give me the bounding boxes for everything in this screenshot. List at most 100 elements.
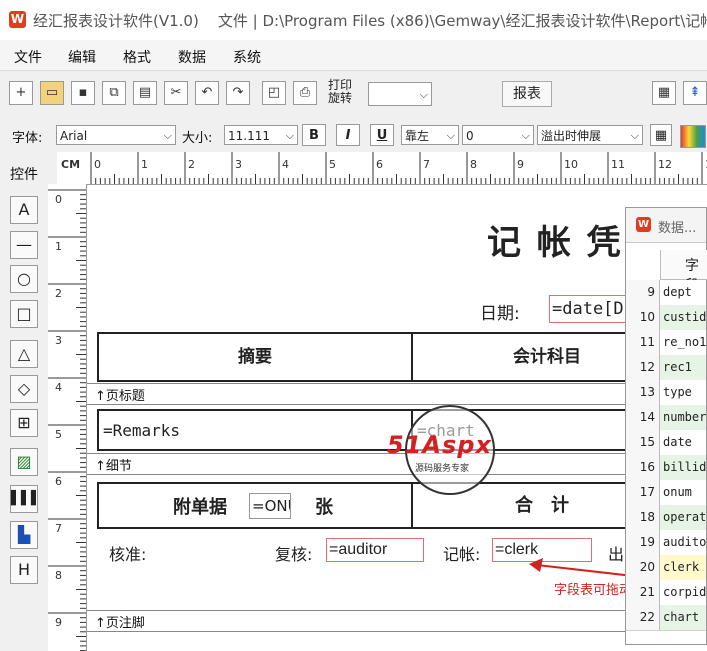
ruler-tick-label: 0: [94, 158, 101, 171]
field-row[interactable]: 16 billid: [626, 455, 706, 481]
field-row-name: rec1: [663, 360, 692, 374]
detail-band[interactable]: ↑细节: [87, 453, 627, 475]
font-label: 字体:: [12, 131, 43, 146]
panel-header-cell[interactable]: 字段: [660, 250, 707, 294]
circle-tool-icon[interactable]: ○: [10, 265, 38, 293]
field-row-name: onum: [663, 485, 692, 499]
menu-system[interactable]: 系统: [233, 47, 261, 67]
align-top-icon[interactable]: ⇞: [683, 81, 707, 105]
vruler-tick-label: 7: [55, 522, 62, 535]
review-label[interactable]: 复核:: [275, 541, 312, 565]
new-file-icon[interactable]: +: [9, 81, 33, 105]
field-row-number: 9: [626, 280, 660, 305]
undo-icon[interactable]: ↶: [195, 81, 219, 105]
rotate-select[interactable]: ⌵: [368, 82, 432, 106]
control-palette: 控件 A — ○ □ △ ◇ ⊞ ▨ ▌▌▌ ▙ H: [0, 152, 48, 651]
page-footer-band[interactable]: ↑页注脚: [87, 610, 627, 632]
h-tool-icon[interactable]: H: [10, 556, 38, 584]
print-preview-icon[interactable]: ◰: [262, 81, 286, 105]
italic-button[interactable]: I: [336, 124, 360, 146]
bold-button[interactable]: B: [302, 124, 326, 146]
font-select[interactable]: Arial ⌵: [56, 125, 176, 145]
align-select[interactable]: 靠左 ⌵: [401, 125, 459, 145]
approve-label[interactable]: 核准:: [109, 541, 146, 565]
remarks-cell[interactable]: =Remarks: [97, 409, 413, 451]
attach-field[interactable]: =ONU: [249, 493, 291, 519]
line-tool-icon[interactable]: —: [10, 231, 38, 259]
menu-edit[interactable]: 编辑: [68, 47, 96, 67]
field-row[interactable]: 12 rec1: [626, 355, 706, 381]
ruler-tick-label: 2: [188, 158, 195, 171]
size-select[interactable]: 11.111 ⌵: [224, 125, 298, 145]
field-row-number: 16: [626, 455, 660, 480]
field-row[interactable]: 11 re_no1: [626, 330, 706, 356]
remarks-field: =Remarks: [103, 421, 181, 440]
save-icon[interactable]: ▪: [71, 81, 95, 105]
panel-titlebar[interactable]: W 数据...: [626, 208, 706, 243]
report-button[interactable]: 报表: [502, 81, 552, 107]
field-row[interactable]: 17 onum: [626, 480, 706, 506]
report-canvas[interactable]: 记 帐 凭 日期: =date[D 摘要 会计科目 ↑页标题 =Remarks …: [87, 185, 707, 651]
copy-icon[interactable]: ⧉: [102, 81, 126, 105]
table-tool-icon[interactable]: ⊞: [10, 409, 38, 437]
underline-button[interactable]: U: [370, 124, 394, 146]
color-palette-icon[interactable]: [680, 125, 706, 148]
paste-icon[interactable]: ▤: [133, 81, 157, 105]
ruler-tick-label: 10: [564, 158, 578, 171]
attach-cell[interactable]: 附单据 =ONU 张: [97, 482, 413, 529]
triangle-tool-icon[interactable]: △: [10, 340, 38, 368]
font-value: Arial: [60, 129, 88, 143]
barcode-tool-icon[interactable]: ▌▌▌: [10, 485, 41, 513]
vruler-tick-label: 8: [55, 569, 62, 582]
field-row[interactable]: 21 corpid: [626, 580, 706, 606]
field-row-number: 13: [626, 380, 660, 405]
print-rotate-button[interactable]: 打印 旋转: [328, 79, 352, 105]
chart-tool-icon[interactable]: ▙: [10, 521, 38, 549]
image-tool-icon[interactable]: ▨: [10, 448, 38, 476]
grid-view-icon[interactable]: ▦: [652, 81, 676, 105]
ruler-tick-label: 7: [423, 158, 430, 171]
data-field-panel[interactable]: W 数据... 字段 9dept10custid11re_no112rec113…: [625, 207, 707, 645]
chevron-down-icon: ⌵: [285, 129, 294, 142]
panel-logo-icon: W: [636, 217, 651, 232]
chevron-down-icon: ⌵: [419, 88, 428, 101]
field-row-number: 14: [626, 405, 660, 430]
field-row[interactable]: 14 number: [626, 405, 706, 431]
date-label[interactable]: 日期:: [480, 299, 520, 324]
indent-select[interactable]: 0 ⌵: [462, 125, 534, 145]
rectangle-tool-icon[interactable]: □: [10, 300, 38, 328]
field-row[interactable]: 19 audito: [626, 530, 706, 556]
page-header-band[interactable]: ↑页标题: [87, 383, 627, 405]
field-row[interactable]: 20 clerk: [626, 555, 706, 581]
text-tool-icon[interactable]: A: [10, 196, 38, 224]
review-field[interactable]: =auditor: [326, 538, 424, 562]
watermark-tagline: 源码服务专家: [415, 464, 470, 474]
border-grid-icon[interactable]: ▦: [650, 124, 672, 146]
field-row-number: 17: [626, 480, 660, 505]
vruler-tick-label: 9: [55, 616, 62, 629]
vruler-tick-label: 6: [55, 475, 62, 488]
app-name: 经汇报表设计软件(V1.0): [33, 12, 199, 30]
summary-header-cell[interactable]: 摘要: [97, 332, 413, 382]
cut-icon[interactable]: ✂: [164, 81, 188, 105]
vruler-tick-label: 1: [55, 240, 62, 253]
field-row[interactable]: 13 type: [626, 380, 706, 406]
print-icon[interactable]: ⎙: [293, 81, 317, 105]
menu-data[interactable]: 数据: [178, 47, 206, 67]
redo-icon[interactable]: ↷: [226, 81, 250, 105]
window-title: 经汇报表设计软件(V1.0) 文件 | D:\Program Files (x8…: [33, 10, 707, 31]
field-row-number: 20: [626, 555, 660, 580]
overflow-select[interactable]: 溢出时伸展 ⌵: [537, 125, 643, 145]
report-title[interactable]: 记 帐 凭: [487, 215, 623, 264]
open-folder-icon[interactable]: ▭: [40, 81, 64, 105]
diamond-tool-icon[interactable]: ◇: [10, 375, 38, 403]
date-field[interactable]: =date[D: [549, 295, 629, 323]
field-row[interactable]: 18 operat: [626, 505, 706, 531]
field-row[interactable]: 10 custid: [626, 305, 706, 331]
bookkeep-label[interactable]: 记帐:: [443, 541, 480, 565]
field-row[interactable]: 22 chart: [626, 605, 706, 631]
menu-file[interactable]: 文件: [14, 47, 42, 67]
field-row[interactable]: 15 date: [626, 430, 706, 456]
menu-format[interactable]: 格式: [123, 47, 151, 67]
field-row[interactable]: 9 dept: [626, 280, 706, 306]
